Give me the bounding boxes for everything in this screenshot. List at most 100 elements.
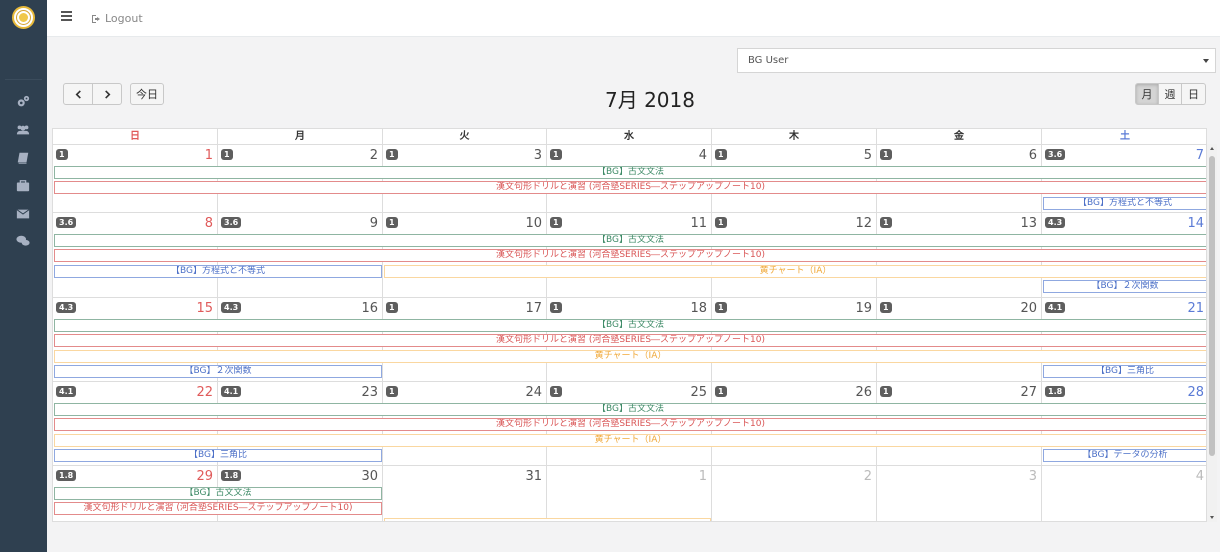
day-cell[interactable]: 3 bbox=[877, 466, 1042, 521]
calendar-event[interactable]: 【BG】方程式と不等式 bbox=[1043, 197, 1206, 210]
view-day-button[interactable]: 日 bbox=[1181, 83, 1206, 105]
day-number[interactable]: 31 bbox=[525, 469, 542, 484]
day-number[interactable]: 17 bbox=[525, 301, 542, 316]
today-button[interactable]: 今日 bbox=[130, 83, 164, 105]
weekday-3: 水 bbox=[547, 129, 712, 145]
day-number[interactable]: 10 bbox=[525, 216, 542, 231]
day-number[interactable]: 3 bbox=[534, 148, 542, 163]
calendar-event[interactable]: 漢文句形ドリルと演習 (河合塾SERIES―ステップアップノート10) bbox=[54, 181, 1206, 194]
calendar-event[interactable]: 黄チャート（ⅠA） bbox=[384, 265, 1206, 278]
day-number[interactable]: 20 bbox=[1020, 301, 1037, 316]
day-cell[interactable]: 4 bbox=[1042, 466, 1206, 521]
weekday-2: 火 bbox=[383, 129, 547, 145]
day-number[interactable]: 6 bbox=[1029, 148, 1037, 163]
month-calendar: 日月火水木金土 1 1 1 2 1 3 1 4 1 5 1 6 3.6 7 【BG】古文文法 漢文句形ドリルと… bbox=[52, 128, 1207, 522]
day-number[interactable]: 2 bbox=[864, 469, 872, 484]
day-number[interactable]: 18 bbox=[690, 301, 707, 316]
day-badge: 1 bbox=[880, 217, 892, 228]
day-number[interactable]: 19 bbox=[855, 301, 872, 316]
day-number[interactable]: 2 bbox=[370, 148, 378, 163]
day-badge: 1 bbox=[386, 217, 398, 228]
day-number[interactable]: 14 bbox=[1187, 216, 1204, 231]
day-number[interactable]: 26 bbox=[855, 385, 872, 400]
calendar-event[interactable]: 【BG】三角比 bbox=[54, 449, 382, 462]
day-number[interactable]: 12 bbox=[855, 216, 872, 231]
day-badge: 1 bbox=[386, 386, 398, 397]
day-cell[interactable]: 31 bbox=[383, 466, 547, 521]
calendar-event[interactable]: 【BG】データの分析 bbox=[1043, 449, 1206, 462]
day-badge: 1 bbox=[715, 217, 727, 228]
day-badge: 1 bbox=[715, 302, 727, 313]
day-number[interactable]: 8 bbox=[205, 216, 213, 231]
calendar-event[interactable]: 【BG】方程式と不等式 bbox=[54, 265, 382, 278]
week-row: 1 1 1 2 1 3 1 4 1 5 1 6 3.6 7 【BG】古文文法 漢文句形ドリルと演習 (河合塾S… bbox=[53, 145, 1206, 213]
day-badge: 4.1 bbox=[221, 386, 242, 397]
day-badge: 1.8 bbox=[221, 470, 242, 481]
day-badge: 4.3 bbox=[1045, 217, 1066, 228]
gears-icon[interactable] bbox=[15, 95, 31, 109]
day-number[interactable]: 7 bbox=[1196, 148, 1204, 163]
calendar-event[interactable]: 漢文句形ドリルと演習 (河合塾SERIES―ステップアップノート10) bbox=[54, 418, 1206, 431]
day-number[interactable]: 15 bbox=[196, 301, 213, 316]
calendar-event[interactable]: 【BG】古文文法 bbox=[54, 234, 1206, 247]
day-number[interactable]: 28 bbox=[1187, 385, 1204, 400]
users-icon[interactable] bbox=[15, 123, 31, 137]
day-number[interactable]: 16 bbox=[361, 301, 378, 316]
day-number[interactable]: 27 bbox=[1020, 385, 1037, 400]
briefcase-icon[interactable] bbox=[15, 179, 31, 193]
day-cell[interactable]: 1 bbox=[547, 466, 712, 521]
app-logo[interactable] bbox=[12, 6, 35, 29]
day-number[interactable]: 3 bbox=[1029, 469, 1037, 484]
day-number[interactable]: 23 bbox=[361, 385, 378, 400]
view-week-button[interactable]: 週 bbox=[1158, 83, 1182, 105]
calendar-event[interactable]: 【BG】２次関数 bbox=[54, 365, 382, 378]
calendar-event[interactable]: 黄チャート（ⅠA） bbox=[54, 434, 1206, 447]
day-number[interactable]: 29 bbox=[196, 469, 213, 484]
day-badge: 1.8 bbox=[56, 470, 77, 481]
calendar-event[interactable]: 【BG】古文文法 bbox=[54, 166, 1206, 179]
calendar-event[interactable]: 【BG】２次関数 bbox=[1043, 280, 1206, 293]
day-number[interactable]: 13 bbox=[1020, 216, 1037, 231]
day-number[interactable]: 4 bbox=[699, 148, 707, 163]
calendar-event[interactable]: 漢文句形ドリルと演習 (河合塾SERIES―ステップアップノート10) bbox=[54, 249, 1206, 262]
day-number[interactable]: 4 bbox=[1196, 469, 1204, 484]
calendar-event[interactable]: 黄チャート（ⅠA） bbox=[54, 350, 1206, 363]
envelope-icon[interactable] bbox=[15, 207, 31, 221]
calendar-event[interactable]: 漢文句形ドリルと演習 (河合塾SERIES―ステップアップノート10) bbox=[54, 502, 382, 515]
day-number[interactable]: 30 bbox=[361, 469, 378, 484]
day-number[interactable]: 5 bbox=[864, 148, 872, 163]
day-number[interactable]: 22 bbox=[196, 385, 213, 400]
day-cell[interactable]: 2 bbox=[712, 466, 877, 521]
calendar-event[interactable]: 【BG】古文文法 bbox=[54, 319, 1206, 332]
menu-toggle-icon[interactable] bbox=[61, 11, 72, 21]
day-badge: 4.3 bbox=[221, 302, 242, 313]
view-month-button[interactable]: 月 bbox=[1135, 83, 1159, 105]
sidebar-divider bbox=[5, 79, 42, 80]
calendar-event[interactable]: 【BG】古文文法 bbox=[54, 487, 382, 500]
calendar-title: 7月 2018 bbox=[605, 88, 695, 112]
calendar-scrollbar[interactable] bbox=[1207, 144, 1217, 522]
user-select[interactable]: BG User bbox=[737, 48, 1216, 73]
week-row: 4.3 15 4.3 16 1 17 1 18 1 19 1 20 4.1 21 【BG】古文文法 漢文句形ド… bbox=[53, 298, 1206, 382]
calendar-event[interactable] bbox=[384, 518, 711, 521]
day-number[interactable]: 11 bbox=[690, 216, 707, 231]
top-navbar: Logout bbox=[47, 0, 1220, 37]
calendar-event[interactable]: 【BG】古文文法 bbox=[54, 403, 1206, 416]
day-badge: 4.3 bbox=[56, 302, 77, 313]
chat-icon[interactable] bbox=[15, 234, 31, 248]
user-select-value: BG User bbox=[748, 55, 789, 66]
calendar-event[interactable]: 漢文句形ドリルと演習 (河合塾SERIES―ステップアップノート10) bbox=[54, 334, 1206, 347]
weekday-4: 木 bbox=[712, 129, 877, 145]
day-number[interactable]: 1 bbox=[205, 148, 213, 163]
prev-button[interactable] bbox=[63, 83, 93, 105]
day-number[interactable]: 21 bbox=[1187, 301, 1204, 316]
day-badge: 1 bbox=[386, 302, 398, 313]
book-icon[interactable] bbox=[15, 151, 31, 165]
day-number[interactable]: 9 bbox=[370, 216, 378, 231]
day-number[interactable]: 24 bbox=[525, 385, 542, 400]
logout-link[interactable]: Logout bbox=[91, 12, 143, 25]
next-button[interactable] bbox=[92, 83, 122, 105]
day-number[interactable]: 25 bbox=[690, 385, 707, 400]
calendar-event[interactable]: 【BG】三角比 bbox=[1043, 365, 1206, 378]
day-number[interactable]: 1 bbox=[699, 469, 707, 484]
